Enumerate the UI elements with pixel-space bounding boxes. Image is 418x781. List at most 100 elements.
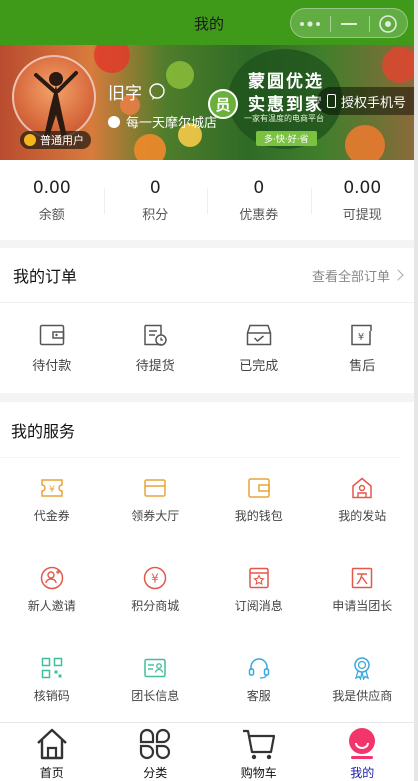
service-label: 积分商城	[131, 599, 180, 613]
target-icon	[379, 15, 397, 33]
share-button[interactable]	[291, 9, 329, 39]
minimize-button[interactable]	[330, 9, 368, 39]
nav-bar: 我的	[0, 0, 418, 45]
username: 旧字	[108, 79, 166, 104]
avatar-silhouette-icon	[34, 71, 78, 137]
wallet-icon	[248, 478, 270, 498]
store-location[interactable]: 每一天摩尔城店	[108, 112, 217, 131]
services-grid: ¥ 代金券 领券大厅 我的钱包 我的发站 新人邀请 ¥ 积分商城 订阅消息 申请…	[0, 476, 414, 746]
brand-seal: 员	[208, 89, 238, 119]
member-level-badge: 普通用户	[20, 131, 91, 149]
order-completed[interactable]: 已完成	[207, 303, 311, 393]
tab-profile[interactable]: 我的	[311, 723, 415, 781]
store-name: 每一天摩尔城店	[126, 116, 218, 131]
service-new-user-invite[interactable]: 新人邀请	[0, 566, 104, 656]
service-voucher[interactable]: ¥ 代金券	[0, 476, 104, 566]
leader-info-icon	[144, 658, 166, 678]
brand-subtitle: 一家有温度的电商平台	[244, 114, 324, 123]
tab-cart[interactable]: 购物车	[207, 723, 311, 781]
close-miniprogram-button[interactable]	[369, 9, 407, 39]
miniprogram-capsule	[290, 8, 408, 38]
order-pending-payment[interactable]: 待付款	[0, 303, 104, 393]
tab-label: 我的	[350, 766, 375, 780]
service-label: 核销码	[33, 689, 70, 703]
station-icon	[352, 477, 372, 499]
service-label: 我的发站	[338, 509, 387, 523]
chat-bubble-icon	[149, 82, 165, 100]
category-icon	[140, 728, 171, 760]
profile-page: 我的 普通用户 旧字 每一天摩尔城店 员 蒙圆优选 实惠到家 一家有温度的电商平…	[0, 0, 418, 781]
orders-header: 我的订单 查看全部订单	[0, 248, 414, 303]
cart-icon	[242, 729, 275, 760]
order-status-label: 待提货	[135, 358, 175, 374]
stat-label: 余额	[38, 207, 65, 223]
tab-home[interactable]: 首页	[0, 723, 104, 781]
apply-leader-icon	[352, 567, 373, 589]
share-icon	[300, 21, 320, 27]
bottom-tab-bar: 首页 分类 购物车 我的	[0, 722, 414, 781]
stat-label: 可提现	[342, 207, 382, 223]
service-subscribe-messages[interactable]: 订阅消息	[207, 566, 311, 656]
services-title: 我的服务	[11, 421, 76, 441]
profile-banner: 普通用户 旧字 每一天摩尔城店 员 蒙圆优选 实惠到家 一家有温度的电商平台 多…	[0, 45, 414, 160]
service-label: 我是供应商	[332, 689, 393, 703]
coin-icon	[24, 134, 36, 146]
order-after-sale[interactable]: ¥ 售后	[311, 303, 415, 393]
stat-coupons[interactable]: 0 优惠券	[207, 160, 311, 240]
service-label: 申请当团长	[332, 599, 393, 613]
service-label: 代金券	[33, 509, 70, 523]
stat-balance[interactable]: 0.00 余额	[0, 160, 104, 240]
voucher-icon: ¥	[41, 479, 63, 497]
stat-value: 0.00	[343, 177, 382, 198]
stat-withdrawable[interactable]: 0.00 可提现	[310, 160, 415, 240]
profile-icon	[349, 728, 376, 759]
tab-label: 分类	[143, 766, 168, 780]
service-label: 新人邀请	[27, 599, 76, 613]
coupon-hall-icon	[144, 479, 166, 497]
view-all-orders-link[interactable]: 查看全部订单	[311, 266, 404, 285]
phone-icon	[326, 94, 336, 108]
service-label: 团长信息	[131, 689, 180, 703]
service-label: 我的钱包	[234, 509, 283, 523]
service-apply-group-leader[interactable]: 申请当团长	[311, 566, 415, 656]
location-pin-icon	[108, 115, 120, 128]
stat-label: 积分	[142, 207, 169, 223]
authorize-phone-button[interactable]: 授权手机号	[316, 87, 414, 115]
window-edge	[414, 0, 418, 781]
tab-label: 首页	[39, 766, 64, 780]
service-coupon-hall[interactable]: 领券大厅	[104, 476, 208, 566]
svg-text:¥: ¥	[358, 332, 364, 343]
svg-text:¥: ¥	[49, 485, 55, 495]
order-status-label: 售后	[349, 358, 376, 374]
service-label: 客服	[246, 689, 271, 703]
headset-icon	[248, 658, 269, 679]
minus-icon	[341, 23, 357, 25]
view-all-orders-label: 查看全部订单	[311, 269, 390, 285]
brand-slogan-line1: 蒙圆优选	[248, 72, 324, 92]
order-status-label: 已完成	[239, 358, 279, 374]
authorize-phone-label: 授权手机号	[340, 95, 406, 111]
home-icon	[36, 728, 67, 760]
tab-category[interactable]: 分类	[104, 723, 208, 781]
stat-points[interactable]: 0 积分	[103, 160, 208, 240]
service-my-station[interactable]: 我的发站	[311, 476, 415, 566]
stat-value: 0.00	[32, 177, 71, 198]
brand-slogan-line2: 实惠到家	[248, 95, 324, 115]
account-stats: 0.00 余额 0 积分 0 优惠券 0.00 可提现	[0, 160, 414, 240]
completed-box-icon	[246, 324, 271, 345]
avatar[interactable]	[12, 55, 96, 139]
order-pending-pickup[interactable]: 待提货	[104, 303, 208, 393]
brand-tagline: 多·快·好·省	[256, 131, 317, 146]
stat-value: 0	[253, 177, 265, 198]
order-status-row: 待付款 待提货 已完成 ¥ 售后	[0, 303, 414, 393]
service-my-wallet[interactable]: 我的钱包	[207, 476, 311, 566]
points-mall-icon: ¥	[144, 566, 167, 590]
services-header: 我的服务	[0, 402, 400, 458]
service-label: 领券大厅	[131, 509, 180, 523]
tab-label: 购物车	[240, 766, 277, 780]
orders-title: 我的订单	[13, 267, 78, 286]
subscribe-icon	[249, 567, 269, 589]
service-points-mall[interactable]: ¥ 积分商城	[104, 566, 208, 656]
after-sale-icon: ¥	[351, 324, 372, 345]
pickup-icon	[144, 324, 167, 346]
